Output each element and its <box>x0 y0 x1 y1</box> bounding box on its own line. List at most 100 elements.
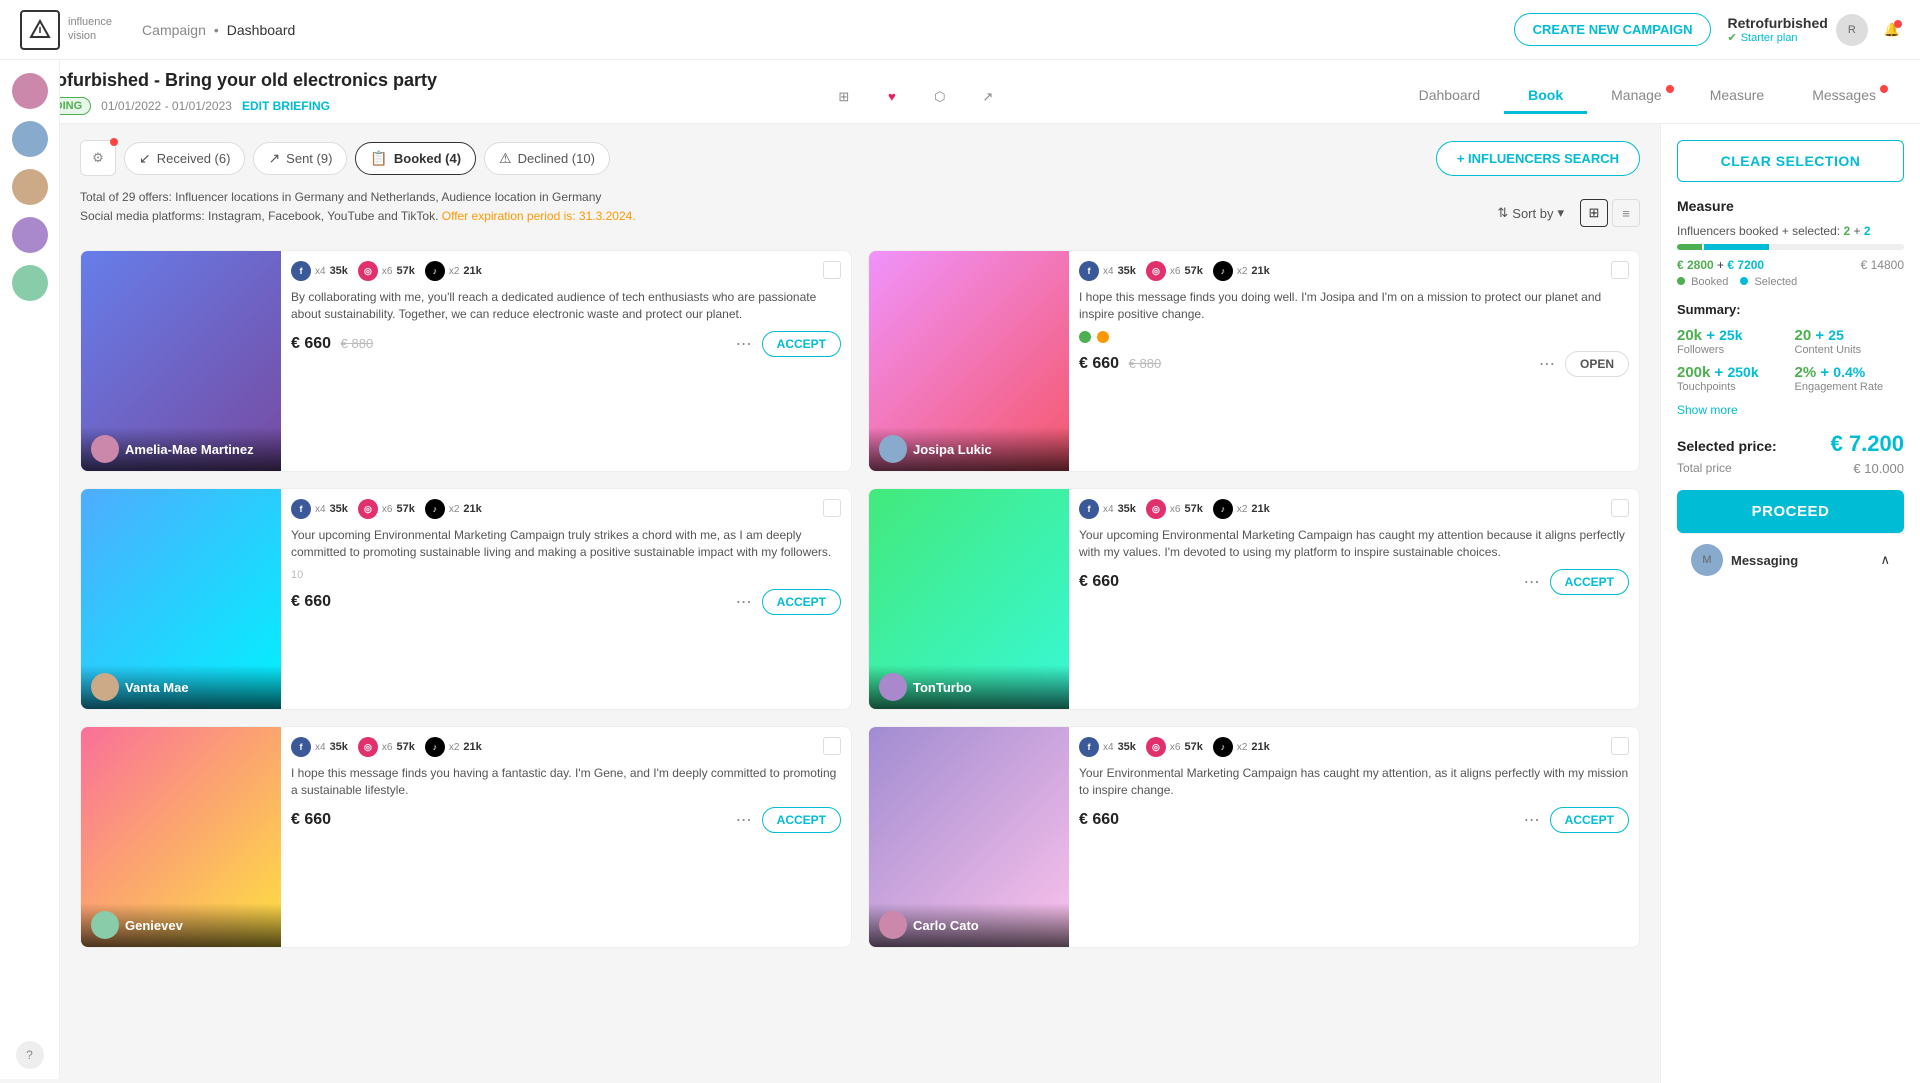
messaging-label: Messaging <box>1731 553 1798 568</box>
export-tool-icon[interactable]: ↗ <box>972 81 1004 113</box>
accept-button[interactable]: ACCEPT <box>762 589 841 615</box>
social-stats: f x4 35k ◎ x6 57k ♪ x2 <box>291 499 841 519</box>
help-button[interactable]: ? <box>16 1041 44 1069</box>
card-checkbox[interactable] <box>823 499 841 517</box>
proceed-button[interactable]: PROCEED <box>1677 490 1904 533</box>
sort-button[interactable]: ⇅ Sort by ▾ <box>1489 201 1572 225</box>
tab-messages[interactable]: Messages <box>1788 79 1900 114</box>
accept-button[interactable]: ACCEPT <box>1550 807 1629 833</box>
campaign-title-section: Retrofurbished - Bring your old electron… <box>20 70 437 123</box>
tiktok-icon: ♪ <box>1213 737 1233 757</box>
card-description: Your Environmental Marketing Campaign ha… <box>1079 765 1629 799</box>
card-actions: ⋯ ACCEPT <box>1520 807 1629 833</box>
notification-bell[interactable]: 🔔 <box>1884 22 1900 38</box>
tab-dashboard[interactable]: Dahboard <box>1395 79 1505 114</box>
left-sidebar: ? <box>0 60 60 1079</box>
card-overlay: Amelia-Mae Martinez <box>81 427 281 471</box>
messages-dot <box>1880 85 1888 93</box>
more-options-button[interactable]: ⋯ <box>732 590 756 614</box>
card-overlay: TonTurbo <box>869 665 1069 709</box>
influencer-name: TonTurbo <box>913 680 972 695</box>
card-checkbox[interactable] <box>1611 499 1629 517</box>
card-checkbox[interactable] <box>1611 261 1629 279</box>
card-checkbox[interactable] <box>823 737 841 755</box>
campaign-tools: ⊞ ♥ ⬡ ↗ <box>828 81 1004 113</box>
account-name: Retrofurbished <box>1727 15 1827 31</box>
sidebar-avatar-5[interactable] <box>12 265 48 301</box>
card-content: f x4 35k ◎ x6 57k ♪ x2 <box>281 251 851 471</box>
filter-received[interactable]: ↙ Received (6) <box>124 142 245 175</box>
share-tool-icon[interactable]: ⬡ <box>924 81 956 113</box>
card-extra: 10 <box>291 569 841 581</box>
tiktok-icon: ♪ <box>425 499 445 519</box>
progress-selected <box>1704 244 1769 250</box>
social-stats: f x4 35k ◎ x6 57k ♪ x2 <box>291 261 841 281</box>
filter-booked[interactable]: 📋 Booked (4) <box>355 142 476 175</box>
more-options-button[interactable]: ⋯ <box>1520 570 1544 594</box>
more-options-button[interactable]: ⋯ <box>732 332 756 356</box>
original-price: € 880 <box>341 336 374 351</box>
clear-selection-button[interactable]: CLEAR SELECTION <box>1677 140 1904 182</box>
sort-row: ⇅ Sort by ▾ ⊞ ≡ <box>1489 199 1640 227</box>
starter-plan: ✔ Starter plan <box>1727 31 1827 44</box>
top-navigation: influence vision Campaign • Dashboard CR… <box>0 0 1920 60</box>
sidebar-avatar-3[interactable] <box>12 169 48 205</box>
messaging-bar[interactable]: M Messaging ∧ <box>1677 533 1904 586</box>
ig-stat: ◎ x6 57k <box>1146 737 1203 757</box>
sort-chevron-icon: ▾ <box>1557 205 1564 221</box>
main-layout: ? ⚙ ↙ Received (6) ↗ Sent (9) 📋 Booked (… <box>60 124 1920 1083</box>
card-checkbox[interactable] <box>1611 737 1629 755</box>
sidebar-avatar-2[interactable] <box>12 121 48 157</box>
filter-sent[interactable]: ↗ Sent (9) <box>253 142 347 175</box>
tab-manage[interactable]: Manage <box>1587 79 1686 114</box>
content-label: Content Units <box>1795 344 1905 356</box>
more-options-button[interactable]: ⋯ <box>732 808 756 832</box>
card-footer: € 660 € 880 ⋯ OPEN <box>1079 351 1629 377</box>
fb-stat: f x4 35k <box>1079 499 1136 519</box>
edit-briefing-link[interactable]: EDIT BRIEFING <box>242 99 330 113</box>
more-options-button[interactable]: ⋯ <box>1535 352 1559 376</box>
original-price: € 880 <box>1129 356 1162 371</box>
campaign-date: 01/01/2022 - 01/01/2023 <box>101 99 232 113</box>
card-actions: ⋯ OPEN <box>1535 351 1629 377</box>
influencers-search-button[interactable]: + INFLUENCERS SEARCH <box>1436 141 1640 176</box>
tab-book[interactable]: Book <box>1504 79 1587 114</box>
selected-price-value: € 7.200 <box>1831 431 1904 457</box>
create-campaign-button[interactable]: CREATE NEW CAMPAIGN <box>1514 13 1712 46</box>
ig-stat: ◎ x6 57k <box>358 499 415 519</box>
offers-info-row: Total of 29 offers: Influencer locations… <box>80 188 1640 238</box>
campaign-header: Retrofurbished - Bring your old electron… <box>0 60 1920 124</box>
nav-campaign[interactable]: Campaign <box>142 22 206 38</box>
card-content: f x4 35k ◎ x6 57k ♪ x2 <box>281 489 851 709</box>
card-overlay: Josipa Lukic <box>869 427 1069 471</box>
heart-tool-icon[interactable]: ♥ <box>876 81 908 113</box>
avatar <box>879 673 907 701</box>
card-overlay: Carlo Cato <box>869 903 1069 947</box>
social-stats: f x4 35k ◎ x6 57k ♪ x2 <box>1079 261 1629 281</box>
avatar <box>91 435 119 463</box>
filter-declined[interactable]: ⚠ Declined (10) <box>484 142 610 175</box>
offers-info-text: Total of 29 offers: Influencer locations… <box>80 188 636 226</box>
more-options-button[interactable]: ⋯ <box>1520 808 1544 832</box>
grid-view-button[interactable]: ⊞ <box>1580 199 1608 227</box>
sidebar-avatar-4[interactable] <box>12 217 48 253</box>
filter-settings-button[interactable]: ⚙ <box>80 140 116 176</box>
tab-measure[interactable]: Measure <box>1686 79 1788 114</box>
open-button[interactable]: OPEN <box>1565 351 1629 377</box>
notification-dot <box>1894 20 1902 28</box>
logo: influence vision <box>20 10 112 50</box>
status-indicator-orange <box>1097 331 1109 343</box>
show-more-button[interactable]: Show more <box>1677 403 1904 417</box>
engagement-summary: 2% + 0.4% Engagement Rate <box>1795 364 1905 393</box>
accept-button[interactable]: ACCEPT <box>762 807 841 833</box>
accept-button[interactable]: ACCEPT <box>762 331 841 357</box>
list-view-button[interactable]: ≡ <box>1612 199 1640 227</box>
card-footer: € 660 ⋯ ACCEPT <box>1079 807 1629 833</box>
sidebar-avatar-1[interactable] <box>12 73 48 109</box>
card-checkbox[interactable] <box>823 261 841 279</box>
summary-label: Summary: <box>1677 302 1904 317</box>
card-content: f x4 35k ◎ x6 57k ♪ x2 <box>1069 489 1639 709</box>
grid-tool-icon[interactable]: ⊞ <box>828 81 860 113</box>
accept-button[interactable]: ACCEPT <box>1550 569 1629 595</box>
account-avatar[interactable]: R <box>1836 14 1868 46</box>
